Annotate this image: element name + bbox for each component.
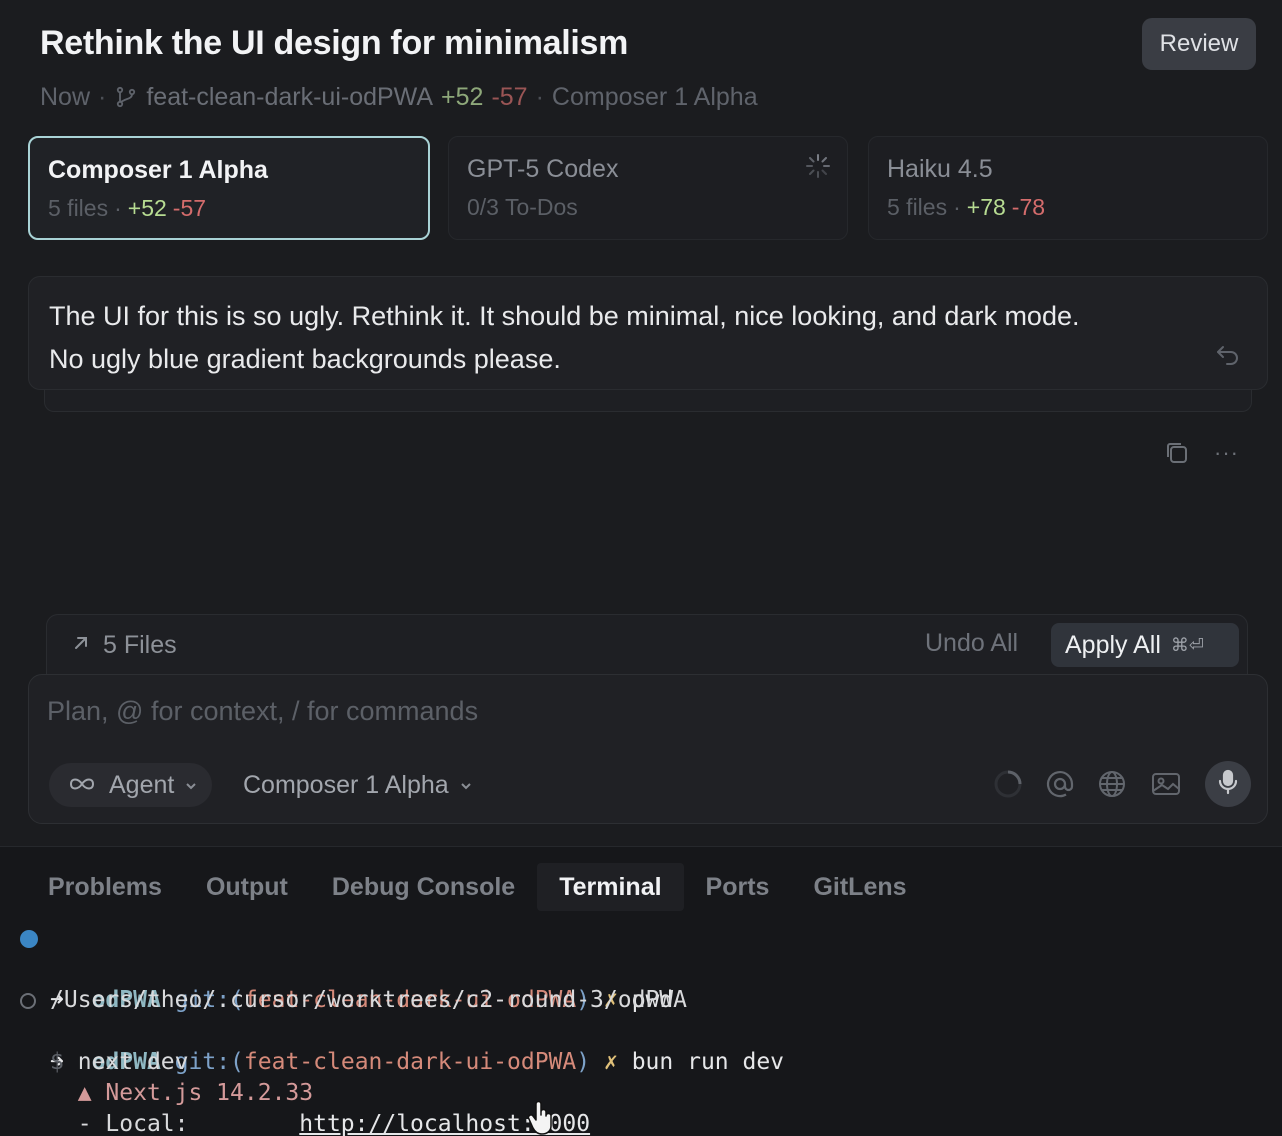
terminal-line: ➜ odPWA git:(feat-clean-dark-ui-odPWA) ✗…: [0, 923, 1282, 1013]
app-window: Rethink the UI design for minimalism Rev…: [0, 0, 1282, 1136]
model-card-title: Composer 1 Alpha: [48, 156, 268, 184]
command-status-dot: [20, 930, 38, 948]
files-count: 5 files: [48, 195, 109, 221]
separator-dot: ·: [953, 194, 961, 220]
active-model-label: Composer 1 Alpha: [551, 82, 758, 111]
undo-all-button[interactable]: Undo All: [925, 629, 1018, 658]
chat-pane: Rethink the UI design for minimalism Rev…: [0, 0, 1282, 846]
tab-problems[interactable]: Problems: [26, 863, 184, 911]
globe-icon[interactable]: [1095, 767, 1129, 801]
tab-output[interactable]: Output: [184, 863, 310, 911]
apply-all-button[interactable]: Apply All ⌘⏎: [1051, 623, 1239, 667]
files-count: 5 files: [887, 194, 948, 220]
terminal-line: ➜ odPWA git:(feat-clean-dark-ui-odPWA) ✗…: [0, 985, 1282, 1075]
tab-debug-console[interactable]: Debug Console: [310, 863, 537, 911]
terminal-line: ▲ Next.js 14.2.33: [77, 1080, 314, 1106]
model-card-stats: 5 files · +52 -57: [48, 195, 410, 222]
model-dropdown-label: Composer 1 Alpha: [243, 770, 449, 799]
revert-icon[interactable]: [1213, 339, 1243, 369]
microphone-icon: [1216, 768, 1240, 801]
image-icon[interactable]: [1149, 767, 1183, 801]
mention-icon[interactable]: [1043, 767, 1077, 801]
user-message[interactable]: The UI for this is so ugly. Rethink it. …: [28, 276, 1268, 390]
additions-count: +52: [441, 82, 484, 111]
changed-files-bar: 5 Files Undo All Apply All ⌘⏎: [46, 614, 1248, 678]
terminal-output[interactable]: ➜ odPWA git:(feat-clean-dark-ui-odPWA) ✗…: [0, 923, 1282, 1136]
agent-mode-label: Agent: [109, 770, 175, 799]
composer: Agent Composer 1 Alpha: [28, 674, 1268, 824]
tab-ports[interactable]: Ports: [684, 863, 792, 911]
model-card-haiku[interactable]: Haiku 4.5 5 files · +78 -78: [868, 136, 1268, 240]
separator-dot: ·: [98, 82, 107, 111]
pointer-hand-icon: [526, 1100, 558, 1136]
chevron-down-icon: [459, 771, 473, 800]
deletions-count: -57: [491, 82, 528, 111]
loading-spinner-icon: [805, 153, 831, 179]
review-button[interactable]: Review: [1142, 18, 1256, 70]
deletions-count: -78: [1011, 194, 1046, 220]
terminal-line: /Users/theo/.cursor/worktrees/c2-round-3…: [50, 987, 687, 1013]
more-options-icon[interactable]: ···: [1214, 440, 1244, 466]
page-title: Rethink the UI design for minimalism: [40, 24, 629, 62]
voice-input-button[interactable]: [1205, 761, 1251, 807]
model-card-title: GPT-5 Codex: [467, 155, 619, 183]
command-status-dot: [20, 993, 36, 1009]
model-dropdown[interactable]: Composer 1 Alpha: [243, 763, 473, 807]
changed-files-label: 5 Files: [103, 631, 177, 659]
deletions-count: -57: [172, 195, 207, 221]
model-card-title: Haiku 4.5: [887, 155, 993, 183]
keyboard-shortcut: ⌘⏎: [1170, 634, 1204, 655]
expand-arrow-icon: [71, 631, 91, 660]
model-card-stats: 0/3 To-Dos: [467, 194, 829, 221]
timestamp: Now: [40, 82, 91, 111]
branch-name[interactable]: feat-clean-dark-ui-odPWA: [146, 83, 433, 112]
loading-ring-icon: [991, 767, 1025, 801]
message-stack-edge: [44, 390, 1252, 412]
terminal-line: - Local: http://localhost:3000: [77, 1111, 591, 1136]
copy-icon[interactable]: [1162, 438, 1192, 468]
changed-files-toggle[interactable]: 5 Files: [71, 631, 177, 660]
prompt-input[interactable]: [47, 693, 947, 729]
model-card-composer[interactable]: Composer 1 Alpha 5 files · +52 -57: [28, 136, 430, 240]
additions-count: +78: [966, 194, 1006, 220]
separator-dot: ·: [114, 195, 122, 221]
apply-all-label: Apply All: [1065, 630, 1161, 659]
model-card-stats: 5 files · +78 -78: [887, 194, 1249, 221]
chat-meta-row: Now · feat-clean-dark-ui-odPWA +52 -57 ·…: [40, 82, 758, 112]
user-message-line: No ugly blue gradient backgrounds please…: [49, 344, 561, 374]
infinity-icon: [65, 771, 99, 800]
agent-mode-dropdown[interactable]: Agent: [49, 763, 213, 807]
user-message-line: The UI for this is so ugly. Rethink it. …: [49, 301, 1080, 331]
separator-dot: ·: [535, 82, 544, 111]
terminal-line: $ next dev: [50, 1049, 189, 1075]
bottom-panel: Problems Output Debug Console Terminal P…: [0, 846, 1282, 1136]
chevron-down-icon: [184, 771, 198, 800]
model-card-gpt5-codex[interactable]: GPT-5 Codex 0/3 To-Dos: [448, 136, 848, 240]
tab-gitlens[interactable]: GitLens: [791, 863, 928, 911]
tab-terminal[interactable]: Terminal: [537, 863, 684, 911]
panel-tabs: Problems Output Debug Console Terminal P…: [26, 863, 929, 911]
todos-count: 0/3 To-Dos: [467, 194, 578, 220]
git-branch-icon: [114, 85, 138, 109]
additions-count: +52: [127, 195, 167, 221]
